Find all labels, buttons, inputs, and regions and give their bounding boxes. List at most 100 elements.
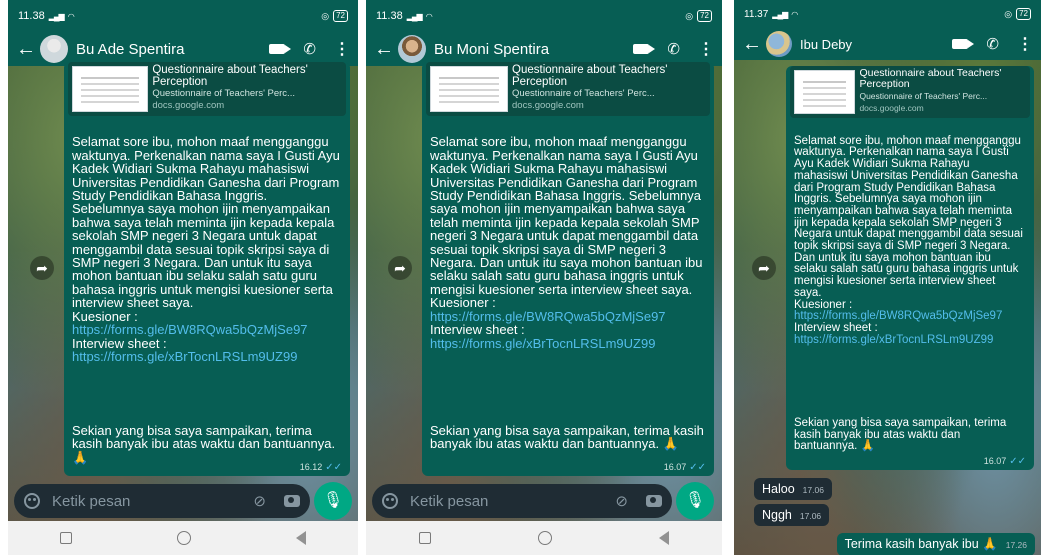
- phone-call-icon[interactable]: ✆: [667, 40, 680, 58]
- message-bubble[interactable]: Questionnaire about Teachers' Perception…: [786, 66, 1034, 470]
- phone-call-icon[interactable]: ✆: [303, 40, 316, 58]
- emoji-icon[interactable]: [24, 493, 40, 509]
- chat-header: ← Ibu Deby ✆ ⋮: [734, 28, 1041, 60]
- camera-icon[interactable]: [646, 495, 662, 507]
- mic-button[interactable]: 🎙: [676, 482, 714, 520]
- android-nav-bar: [366, 521, 722, 555]
- phone-3: 11.37 ▂▄▆ ◠ ◎ 72 ← Ibu Deby ✆ ⋮ ➦ Questi…: [734, 0, 1041, 555]
- incoming-message-time: 17.06: [799, 511, 822, 521]
- link-preview-domain: docs.google.com: [859, 103, 924, 113]
- wifi-icon: ◠: [791, 9, 798, 19]
- message-input[interactable]: Ketik pesan: [52, 493, 253, 510]
- message-closing: Sekian yang bisa saya sampaikan, terima …: [430, 423, 704, 452]
- recent-apps-button[interactable]: [60, 532, 73, 544]
- wifi-icon: ◠: [425, 11, 433, 21]
- incoming-message[interactable]: Haloo 17.06: [754, 478, 832, 500]
- outgoing-message[interactable]: Terima kasih banyak ibu 🙏 17.26: [836, 533, 1035, 555]
- video-call-icon[interactable]: [269, 44, 292, 54]
- battery-indicator: 72: [697, 10, 712, 22]
- link-preview-title: Questionnaire about Teachers' Perception: [512, 64, 668, 88]
- incoming-message[interactable]: Nggh 17.06: [754, 504, 830, 526]
- phone-2: 11.38 ▂▄▆ ◠ ◎ 72 ← Bu Moni Spentira ✆ ⋮ …: [366, 0, 722, 555]
- contact-name[interactable]: Bu Ade Spentira: [76, 41, 269, 58]
- message-input[interactable]: Ketik pesan: [410, 493, 615, 510]
- attach-paperclip-icon[interactable]: ⊘: [615, 492, 628, 510]
- signal-icon: ▂▄▆: [772, 9, 788, 19]
- screenshot-collage: 11.38 ▂▄▆ ◠ ◎ 72 ← Bu Ade Spentira ✆ ⋮ ➦: [0, 0, 1041, 555]
- back-arrow-icon[interactable]: ←: [16, 38, 36, 61]
- forward-message-icon[interactable]: ➦: [752, 256, 776, 280]
- phone-call-icon[interactable]: ✆: [986, 35, 999, 53]
- video-call-icon[interactable]: [952, 39, 975, 49]
- link-preview-thumbnail: [72, 66, 149, 112]
- read-receipt-icon: ✓✓: [689, 462, 706, 473]
- message-text: Selamat sore ibu, mohon maaf mengganggu …: [72, 122, 342, 363]
- wifi-icon: ◠: [67, 11, 75, 21]
- alarm-icon: ◎: [685, 10, 694, 21]
- link-preview-domain: docs.google.com: [152, 100, 225, 111]
- interview-label: Interview sheet :: [794, 321, 878, 334]
- link-preview[interactable]: Questionnaire about Teachers' Perception…: [68, 62, 346, 116]
- back-nav-button[interactable]: [658, 531, 669, 545]
- read-receipt-icon: ✓✓: [1009, 456, 1026, 467]
- contact-name[interactable]: Bu Moni Spentira: [434, 41, 633, 58]
- home-button[interactable]: [537, 531, 552, 545]
- signal-icon: ▂▄▆: [406, 11, 423, 21]
- video-call-icon[interactable]: [633, 44, 656, 54]
- mic-button[interactable]: 🎙: [314, 482, 352, 520]
- phone-1: 11.38 ▂▄▆ ◠ ◎ 72 ← Bu Ade Spentira ✆ ⋮ ➦: [8, 0, 358, 555]
- battery-indicator: 72: [1016, 8, 1031, 20]
- message-bubble[interactable]: Questionnaire about Teachers' Perception…: [64, 62, 350, 476]
- attach-paperclip-icon[interactable]: ⊘: [253, 492, 266, 510]
- forward-message-icon[interactable]: ➦: [30, 256, 54, 280]
- outgoing-message-time: 17.26: [1005, 540, 1027, 550]
- forward-message-icon[interactable]: ➦: [388, 256, 412, 280]
- contact-avatar[interactable]: [766, 31, 792, 57]
- message-bubble[interactable]: Questionnaire about Teachers' Perception…: [422, 62, 714, 476]
- outgoing-message-text: Terima kasih banyak ibu 🙏: [844, 537, 998, 551]
- message-closing: Sekian yang bisa saya sampaikan, terima …: [72, 423, 336, 465]
- alarm-icon: ◎: [1004, 8, 1013, 19]
- message-body: Selamat sore ibu, mohon maaf mengganggu …: [794, 134, 1023, 299]
- status-time: 11.37: [744, 8, 769, 20]
- android-nav-bar: [8, 521, 358, 555]
- incoming-message-time: 17.06: [802, 485, 824, 495]
- link-preview-subtitle: Questionnaire of Teachers' Perc...: [152, 88, 295, 99]
- back-arrow-icon[interactable]: ←: [742, 33, 762, 56]
- interview-link[interactable]: https://forms.gle/xBrTocnLRSLm9UZ99: [72, 349, 297, 364]
- kuesioner-link[interactable]: https://forms.gle/BW8RQwa5bQzMjSe97: [794, 310, 1002, 322]
- signal-icon: ▂▄▆: [48, 11, 65, 21]
- status-bar: 11.38 ▂▄▆ ◠ ◎ 72: [8, 0, 358, 32]
- contact-name[interactable]: Ibu Deby: [800, 37, 952, 52]
- interview-link[interactable]: https://forms.gle/xBrTocnLRSLm9UZ99: [794, 334, 993, 346]
- contact-avatar[interactable]: [398, 35, 426, 63]
- message-text: Selamat sore ibu, mohon maaf mengganggu …: [794, 124, 1026, 346]
- read-receipt-icon: ✓✓: [325, 462, 342, 473]
- more-options-icon[interactable]: ⋮: [1017, 34, 1033, 54]
- message-timestamp: 16.12 ✓✓: [300, 462, 342, 473]
- link-preview-thumbnail: [430, 66, 509, 112]
- link-preview-subtitle: Questionnaire of Teachers' Perc...: [859, 91, 988, 101]
- contact-avatar[interactable]: [40, 35, 68, 63]
- link-preview-subtitle: Questionnaire of Teachers' Perc...: [512, 88, 655, 99]
- message-time: 16.07: [663, 462, 687, 472]
- home-button[interactable]: [176, 531, 191, 545]
- more-options-icon[interactable]: ⋮: [334, 39, 350, 59]
- battery-indicator: 72: [333, 10, 348, 22]
- more-options-icon[interactable]: ⋮: [698, 39, 714, 59]
- camera-icon[interactable]: [284, 495, 300, 507]
- message-input-bar[interactable]: Ketik pesan ⊘: [372, 484, 672, 518]
- emoji-icon[interactable]: [382, 493, 398, 509]
- message-body: Selamat sore ibu, mohon maaf mengganggu …: [72, 134, 340, 311]
- message-input-bar[interactable]: Ketik pesan ⊘: [14, 484, 310, 518]
- status-bar: 11.38 ▂▄▆ ◠ ◎ 72: [366, 0, 722, 32]
- link-preview[interactable]: Questionnaire about Teachers' Perception…: [790, 66, 1030, 118]
- back-arrow-icon[interactable]: ←: [374, 38, 394, 61]
- message-time: 16.12: [299, 462, 323, 472]
- link-preview-thumbnail: [794, 70, 856, 114]
- recent-apps-button[interactable]: [419, 532, 432, 544]
- interview-link[interactable]: https://forms.gle/xBrTocnLRSLm9UZ99: [430, 336, 655, 351]
- chat-header: ← Bu Ade Spentira ✆ ⋮: [8, 32, 358, 66]
- link-preview[interactable]: Questionnaire about Teachers' Perception…: [426, 62, 710, 116]
- back-nav-button[interactable]: [295, 531, 306, 545]
